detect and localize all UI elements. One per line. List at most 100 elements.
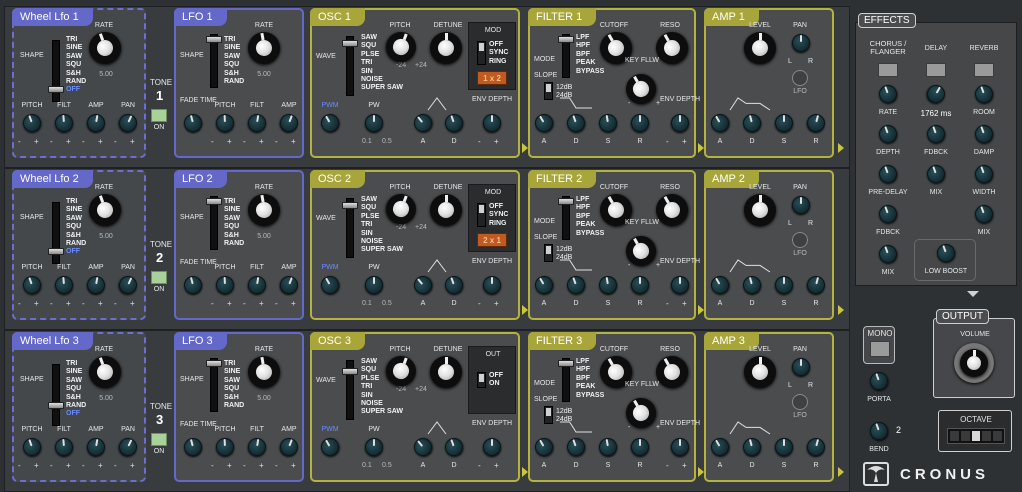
wheel-shape-slider-thumb[interactable] xyxy=(48,86,64,93)
osc-detune-knob[interactable] xyxy=(430,32,462,64)
amp-a-knob[interactable] xyxy=(707,110,733,136)
wheel-rate-knob[interactable] xyxy=(84,189,126,231)
filter-a-knob[interactable] xyxy=(531,434,557,460)
filter-r-knob[interactable] xyxy=(631,276,649,294)
tone-on-button[interactable] xyxy=(151,109,167,122)
osc-env-depth-knob[interactable] xyxy=(483,438,501,456)
filter-mode-slider-thumb[interactable] xyxy=(558,360,574,367)
amp-r-knob[interactable] xyxy=(804,111,828,135)
amp-s-knob[interactable] xyxy=(775,438,793,456)
wheel-pan-knob[interactable] xyxy=(116,435,140,459)
filter-slope-switch[interactable] xyxy=(544,82,553,100)
lfo-amp-knob[interactable] xyxy=(277,273,301,297)
lfo-rate-knob[interactable] xyxy=(245,29,283,67)
reverb-room-knob[interactable] xyxy=(972,82,996,106)
osc-detune-knob[interactable] xyxy=(430,356,462,388)
osc-mod-switch[interactable] xyxy=(477,203,486,227)
wheel-filt-knob[interactable] xyxy=(54,437,74,457)
amp-s-knob[interactable] xyxy=(775,276,793,294)
osc-mod-ratio-badge[interactable]: 2 x 1 xyxy=(477,233,507,247)
porta-knob[interactable] xyxy=(867,369,891,393)
tone-on-button[interactable] xyxy=(151,271,167,284)
filter-mode-slider-thumb[interactable] xyxy=(558,36,574,43)
filter-r-knob[interactable] xyxy=(631,114,649,132)
amp-level-knob[interactable] xyxy=(744,32,776,64)
wheel-rate-knob[interactable] xyxy=(84,27,126,69)
filter-env-depth-knob[interactable] xyxy=(671,438,689,456)
tone-on-button[interactable] xyxy=(151,433,167,446)
chorus-feedback-knob[interactable] xyxy=(876,202,900,226)
lfo-filt-knob[interactable] xyxy=(246,274,268,296)
wheel-pitch-knob[interactable] xyxy=(20,435,44,459)
amp-s-knob[interactable] xyxy=(775,114,793,132)
osc-pw-knob[interactable] xyxy=(365,438,383,456)
delay-mix-knob[interactable] xyxy=(924,162,948,186)
osc-decay-knob[interactable] xyxy=(442,111,466,135)
filter-a-knob[interactable] xyxy=(531,110,557,136)
amp-a-knob[interactable] xyxy=(707,272,733,298)
lfo-amp-knob[interactable] xyxy=(277,111,301,135)
osc-mod-ratio-badge[interactable]: 1 x 2 xyxy=(477,71,507,85)
reverb-damp-knob[interactable] xyxy=(972,122,996,146)
filter-slope-switch[interactable] xyxy=(544,244,553,262)
filter-r-knob[interactable] xyxy=(631,438,649,456)
mono-button[interactable] xyxy=(870,341,890,357)
amp-pan-lfo-knob[interactable] xyxy=(792,70,808,86)
reverb-enable-button[interactable] xyxy=(974,63,994,77)
chorus-rate-knob[interactable] xyxy=(876,82,900,106)
lfo-filt-knob[interactable] xyxy=(246,112,268,134)
wheel-shape-slider-thumb[interactable] xyxy=(48,248,64,255)
effects-collapse-icon[interactable] xyxy=(967,291,979,297)
osc-mod-switch[interactable] xyxy=(477,372,486,388)
filter-s-knob[interactable] xyxy=(597,274,619,296)
lfo-fade-knob[interactable] xyxy=(181,273,205,297)
amp-pan-knob[interactable] xyxy=(792,358,810,376)
reverb-width-knob[interactable] xyxy=(972,162,996,186)
bend-knob[interactable] xyxy=(867,419,891,443)
lfo-pitch-knob[interactable] xyxy=(215,437,235,457)
osc-attack-knob[interactable] xyxy=(410,110,436,136)
amp-pan-knob[interactable] xyxy=(792,34,810,52)
amp-d-knob[interactable] xyxy=(740,435,764,459)
amp-pan-lfo-knob[interactable] xyxy=(792,394,808,410)
wheel-filt-knob[interactable] xyxy=(54,275,74,295)
lfo-shape-slider-thumb[interactable] xyxy=(206,360,222,367)
chorus-mix-knob[interactable] xyxy=(876,242,900,266)
chorus-depth-knob[interactable] xyxy=(876,122,900,146)
osc-env-depth-knob[interactable] xyxy=(483,276,501,294)
osc-wave-slider-thumb[interactable] xyxy=(342,368,358,375)
filter-a-knob[interactable] xyxy=(531,272,557,298)
reverb-mix-knob[interactable] xyxy=(972,202,996,226)
amp-r-knob[interactable] xyxy=(804,273,828,297)
lfo-fade-knob[interactable] xyxy=(181,435,205,459)
osc-pwm-knob[interactable] xyxy=(317,434,343,460)
wheel-pitch-knob[interactable] xyxy=(20,111,44,135)
osc-pwm-knob[interactable] xyxy=(317,272,343,298)
octave-switch[interactable] xyxy=(947,428,1005,444)
filter-s-knob[interactable] xyxy=(597,112,619,134)
filter-slope-switch[interactable] xyxy=(544,406,553,424)
wheel-rate-knob[interactable] xyxy=(84,351,126,393)
wheel-amp-knob[interactable] xyxy=(85,112,107,134)
lfo-fade-knob[interactable] xyxy=(181,111,205,135)
filter-mode-slider-thumb[interactable] xyxy=(558,198,574,205)
lfo-rate-knob[interactable] xyxy=(245,191,283,229)
amp-level-knob[interactable] xyxy=(744,356,776,388)
amp-d-knob[interactable] xyxy=(740,111,764,135)
delay-time-knob[interactable] xyxy=(923,81,949,107)
wheel-pan-knob[interactable] xyxy=(116,273,140,297)
osc-decay-knob[interactable] xyxy=(442,273,466,297)
osc-env-depth-knob[interactable] xyxy=(483,114,501,132)
delay-enable-button[interactable] xyxy=(926,63,946,77)
lfo-pitch-knob[interactable] xyxy=(215,275,235,295)
amp-d-knob[interactable] xyxy=(740,273,764,297)
osc-pw-knob[interactable] xyxy=(365,276,383,294)
lfo-filt-knob[interactable] xyxy=(246,436,268,458)
osc-attack-knob[interactable] xyxy=(410,272,436,298)
filter-env-depth-knob[interactable] xyxy=(671,276,689,294)
chorus-enable-button[interactable] xyxy=(878,63,898,77)
filter-d-knob[interactable] xyxy=(564,111,588,135)
lfo-rate-knob[interactable] xyxy=(245,353,283,391)
wheel-amp-knob[interactable] xyxy=(85,274,107,296)
volume-knob[interactable] xyxy=(960,349,988,377)
